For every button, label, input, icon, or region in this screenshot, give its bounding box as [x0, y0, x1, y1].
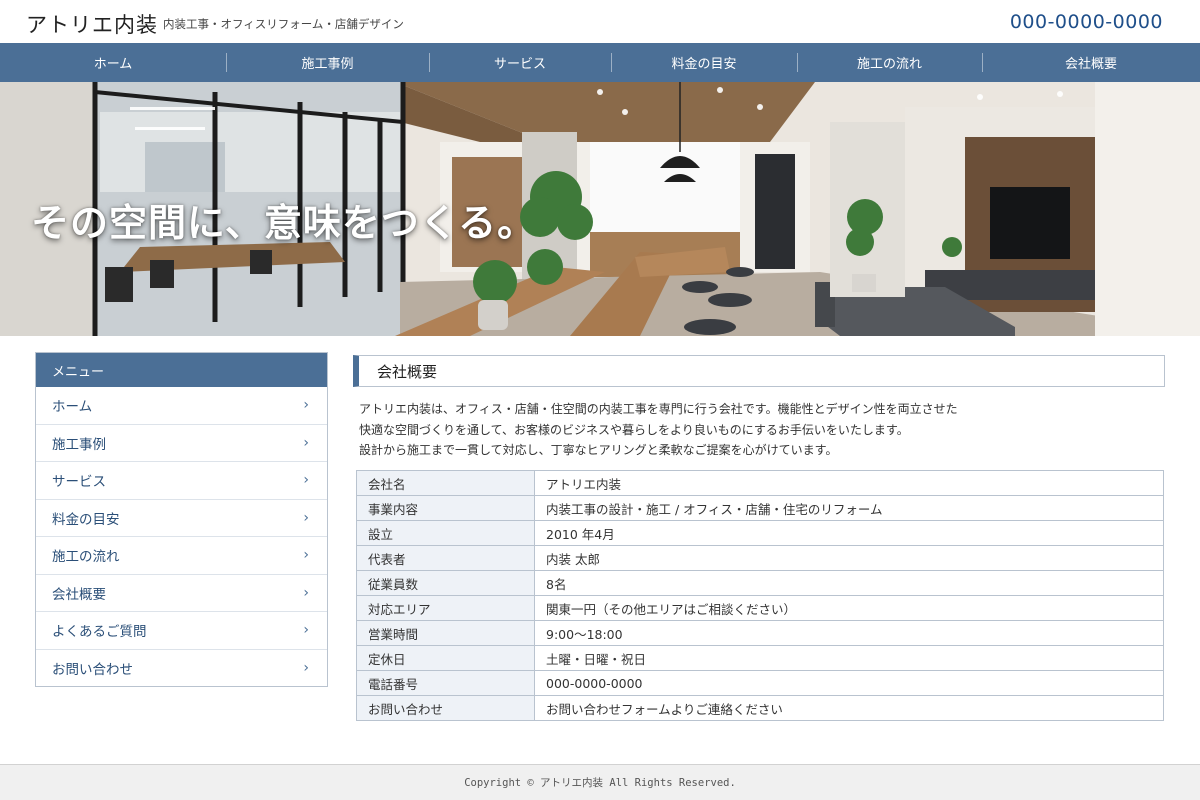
table-row: 対応エリア 関東一円（その他エリアはご相談ください） [356, 595, 1164, 621]
table-row: 会社名 アトリエ内装 [356, 470, 1164, 496]
footer-copyright: Copyright © アトリエ内装 All Rights Reserved. [464, 777, 736, 789]
nav-item-label: 会社概要 [1064, 57, 1117, 72]
sidebar-item-label: よくあるご質問 [52, 624, 147, 641]
chevron-right-icon: › [303, 660, 309, 677]
table-key: 設立 [356, 520, 535, 546]
hero-catchphrase: その空間に、意味をつくる。 [31, 201, 537, 245]
table-key: 代表者 [356, 545, 535, 571]
sidebar-item-label: ホーム [52, 399, 93, 416]
nav-item-label: ホーム [93, 57, 133, 72]
sidebar-item-faq[interactable]: よくあるご質問 › [36, 612, 327, 650]
chevron-right-icon: › [303, 584, 309, 601]
table-key: お問い合わせ [356, 695, 535, 721]
nav-item-services[interactable]: サービス [429, 43, 611, 82]
chevron-right-icon: › [303, 622, 309, 639]
sidebar-item-services[interactable]: サービス › [36, 462, 327, 500]
table-value: 土曜・日曜・祝日 [534, 645, 1164, 671]
nav-item-company[interactable]: 会社概要 [982, 43, 1200, 82]
sidebar-list: ホーム › 施工事例 › サービス › 料金の目安 › 施工の流れ › 会社概要 › よくあ… [36, 387, 327, 687]
sidebar-item-label: サービス [52, 474, 106, 491]
table-value: 関東一円（その他エリアはご相談ください） [534, 595, 1164, 621]
header-phone-number[interactable]: 000-0000-0000 [1010, 11, 1163, 33]
site-tagline: 内装工事・オフィスリフォーム・店舗デザイン [163, 17, 404, 31]
nav-item-pricing[interactable]: 料金の目安 [611, 43, 797, 82]
chevron-right-icon: › [303, 472, 309, 489]
table-key: 営業時間 [356, 620, 535, 646]
sidebar-item-label: 施工の流れ [52, 549, 120, 566]
nav-item-works[interactable]: 施工事例 [226, 43, 429, 82]
table-key: 電話番号 [356, 670, 535, 696]
table-row: 営業時間 9:00〜18:00 [356, 620, 1164, 646]
table-value: 内装工事の設計・施工 / オフィス・店舗・住宅のリフォーム [534, 495, 1164, 521]
table-row: 事業内容 内装工事の設計・施工 / オフィス・店舗・住宅のリフォーム [356, 495, 1164, 521]
chevron-right-icon: › [303, 547, 309, 564]
chevron-right-icon: › [303, 509, 309, 526]
sidebar-heading: メニュー [36, 353, 327, 387]
nav-item-process[interactable]: 施工の流れ [797, 43, 982, 82]
nav-item-label: サービス [493, 57, 546, 72]
sidebar-item-label: 会社概要 [52, 586, 106, 603]
sidebar-menu: メニュー ホーム › 施工事例 › サービス › 料金の目安 › 施工の流れ › 会社概要… [35, 352, 328, 687]
site-header: アトリエ内装 内装工事・オフィスリフォーム・店舗デザイン 000-0000-00… [0, 0, 1200, 43]
table-value: 8名 [534, 570, 1164, 596]
table-key: 対応エリア [356, 595, 535, 621]
table-key: 従業員数 [356, 570, 535, 596]
site-footer: Copyright © アトリエ内装 All Rights Reserved. [0, 764, 1200, 800]
sidebar-item-process[interactable]: 施工の流れ › [36, 537, 327, 575]
hero-banner: その空間に、意味をつくる。 [0, 82, 1200, 336]
table-row: 設立 2010 年4月 [356, 520, 1164, 546]
table-key: 会社名 [356, 470, 535, 496]
table-value: 000-0000-0000 [534, 670, 1164, 696]
section-title: 会社概要 [353, 355, 1165, 387]
intro-line: アトリエ内装は、オフィス・店舗・住空間の内装工事を専門に行う会社です。機能性とデ… [359, 402, 958, 416]
sidebar-item-label: 施工事例 [52, 436, 106, 453]
table-value: 内装 太郎 [534, 545, 1164, 571]
table-key: 定休日 [356, 645, 535, 671]
chevron-right-icon: › [303, 397, 309, 414]
global-nav: ホーム 施工事例 サービス 料金の目安 施工の流れ 会社概要 [0, 43, 1200, 82]
sidebar-item-contact[interactable]: お問い合わせ › [36, 650, 327, 688]
sidebar-item-pricing[interactable]: 料金の目安 › [36, 500, 327, 537]
table-value: アトリエ内装 [534, 470, 1164, 496]
table-value: お問い合わせフォームよりご連絡ください [534, 695, 1164, 721]
table-row: 代表者 内装 太郎 [356, 545, 1164, 571]
table-row: 定休日 土曜・日曜・祝日 [356, 645, 1164, 671]
sidebar-item-label: 料金の目安 [52, 511, 120, 528]
sidebar-item-label: お問い合わせ [52, 662, 133, 679]
table-row: お問い合わせ お問い合わせフォームよりご連絡ください [356, 695, 1164, 721]
sidebar-item-works[interactable]: 施工事例 › [36, 425, 327, 462]
company-intro: アトリエ内装は、オフィス・店舗・住空間の内装工事を専門に行う会社です。機能性とデ… [359, 399, 1159, 461]
table-value: 2010 年4月 [534, 520, 1164, 546]
table-value: 9:00〜18:00 [534, 620, 1164, 646]
intro-line: 快適な空間づくりを通して、お客様のビジネスや暮らしをより良いものにするお手伝いを… [359, 422, 909, 437]
nav-item-home[interactable]: ホーム [0, 43, 226, 82]
sidebar-item-home[interactable]: ホーム › [36, 387, 327, 425]
table-key: 事業内容 [356, 495, 535, 521]
nav-item-label: 施工事例 [301, 57, 354, 72]
table-row: 従業員数 8名 [356, 570, 1164, 596]
intro-line: 設計から施工まで一貫して対応し、丁寧なヒアリングと柔軟なご提案を心がけています。 [359, 443, 838, 457]
chevron-right-icon: › [303, 434, 309, 451]
nav-item-label: 料金の目安 [671, 57, 737, 72]
site-logo[interactable]: アトリエ内装 [26, 9, 158, 39]
sidebar-item-company[interactable]: 会社概要 › [36, 575, 327, 612]
nav-item-label: 施工の流れ [856, 57, 922, 72]
company-info-table: 会社名 アトリエ内装 事業内容 内装工事の設計・施工 / オフィス・店舗・住宅のリフ… [356, 470, 1164, 721]
table-row: 電話番号 000-0000-0000 [356, 670, 1164, 696]
